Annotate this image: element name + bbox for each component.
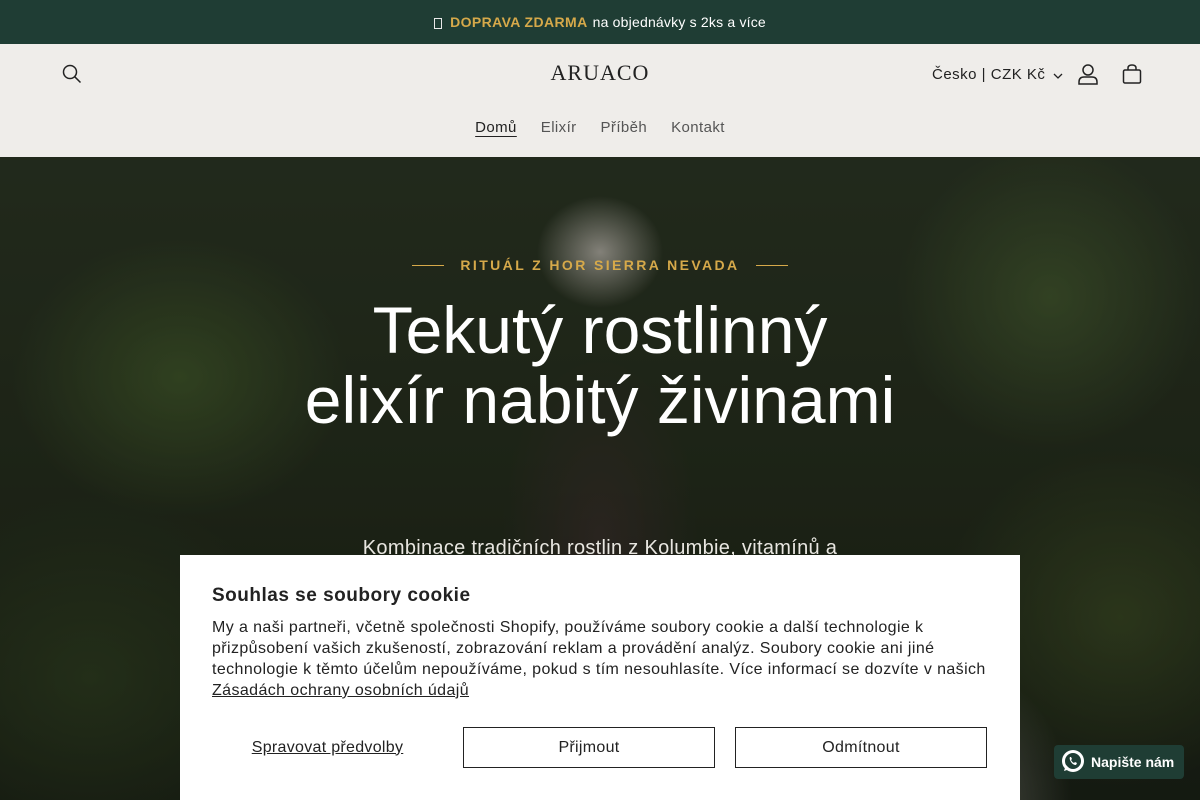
accept-button[interactable]: Přijmout: [463, 727, 715, 768]
eyebrow-line-right: [755, 264, 788, 266]
eyebrow-text: RITUÁL Z HOR SIERRA NEVADA: [460, 257, 740, 273]
site-logo[interactable]: ARUACO: [500, 60, 700, 86]
account-icon[interactable]: [1072, 58, 1104, 90]
site-header: ARUACO Česko | CZK Kč Domů Elixír Příběh…: [0, 44, 1200, 157]
whatsapp-icon: [1061, 749, 1085, 776]
cookie-title: Souhlas se soubory cookie: [212, 585, 471, 606]
whatsapp-chat-button[interactable]: Napište nám: [1054, 745, 1184, 779]
gift-icon: [434, 17, 443, 29]
hero-title: Tekutý rostlinný elixír nabitý živinami: [304, 293, 896, 437]
cookie-actions: Spravovat předvolby Přijmout Odmítnout: [212, 727, 988, 768]
main-nav: Domů Elixír Příběh Kontakt: [0, 119, 1200, 136]
nav-item-domu[interactable]: Domů: [475, 119, 517, 136]
eyebrow-line-left: [412, 264, 445, 266]
cookie-consent-dialog: Souhlas se soubory cookie My a naši part…: [180, 555, 1020, 800]
announcement-highlight: DOPRAVA ZDARMA: [450, 14, 588, 30]
announcement-text: na objednávky s 2ks a více: [592, 14, 766, 30]
nav-item-kontakt[interactable]: Kontakt: [671, 119, 725, 136]
cookie-body: My a naši partneři, včetně společnosti S…: [212, 617, 988, 701]
hero-eyebrow: RITUÁL Z HOR SIERRA NEVADA: [0, 257, 1200, 273]
privacy-policy-link[interactable]: Zásadách ochrany osobních údajů: [212, 682, 469, 699]
nav-item-elixir[interactable]: Elixír: [541, 119, 577, 136]
whatsapp-label: Napište nám: [1091, 754, 1175, 770]
announcement-bar: DOPRAVA ZDARMA na objednávky s 2ks a víc…: [0, 0, 1200, 44]
decline-button[interactable]: Odmítnout: [735, 727, 987, 768]
locale-label: Česko | CZK Kč: [932, 65, 1046, 83]
search-icon[interactable]: [56, 58, 88, 90]
chevron-down-icon: [1053, 66, 1063, 83]
cart-icon[interactable]: [1116, 58, 1148, 90]
locale-selector[interactable]: Česko | CZK Kč: [932, 64, 1063, 84]
cookie-body-text: My a naši partneři, včetně společnosti S…: [212, 619, 986, 678]
manage-preferences-link[interactable]: Spravovat předvolby: [212, 727, 443, 768]
nav-item-pribeh[interactable]: Příběh: [601, 119, 648, 136]
